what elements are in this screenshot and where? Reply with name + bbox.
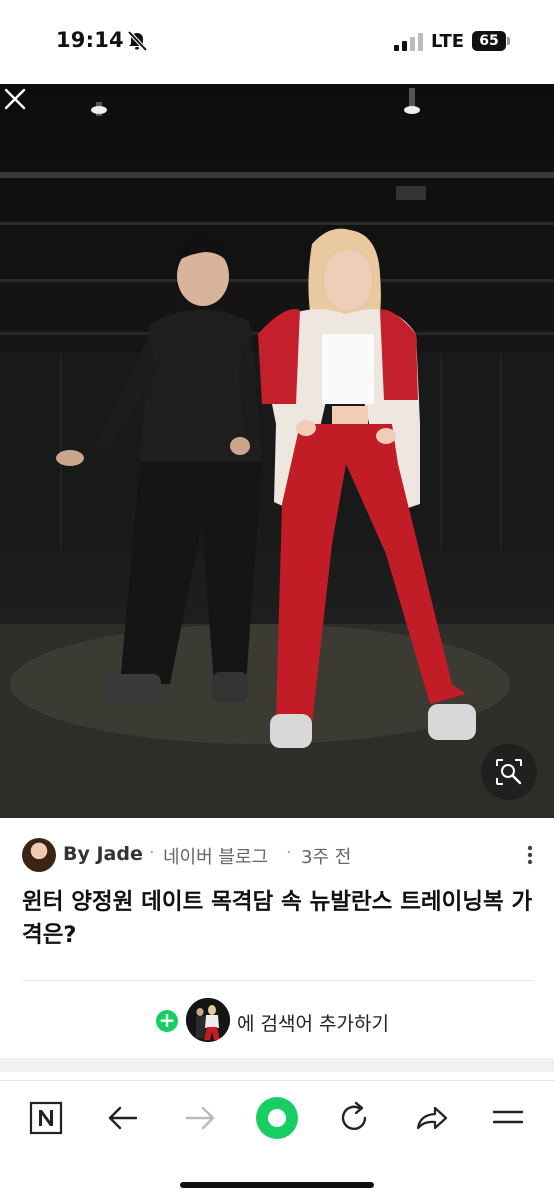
network-label: LTE [431,31,465,52]
naver-home-button[interactable] [24,1095,68,1139]
article-title[interactable]: 윈터 양정원 데이트 목격담 속 뉴발란스 트레이닝복 가격은? [22,886,534,952]
status-bar: 19:14 LTE 65 [0,0,554,84]
menu-icon [492,1110,524,1124]
separator-dot: · [149,842,155,863]
source-row: By Jade · 네이버 블로그 · 3주 전 [22,838,542,874]
forward-button[interactable] [178,1095,222,1139]
naver-home-icon [29,1101,63,1135]
green-dot-icon [268,1109,286,1127]
add-search-label: 에 검색어 추가하기 [237,1013,389,1035]
forward-icon [185,1106,215,1130]
back-icon [108,1106,138,1130]
keyword-thumbnail [186,998,230,1042]
menu-button[interactable] [486,1095,530,1139]
back-button[interactable] [101,1095,145,1139]
separator-dot: · [286,842,292,863]
author-name[interactable]: By Jade [63,843,143,865]
image-search-button[interactable] [481,744,537,800]
author-avatar[interactable] [22,838,56,872]
battery-icon: 65 [472,31,510,51]
dance-photo [0,88,554,818]
green-dot-button[interactable] [256,1097,298,1139]
bell-muted-icon [127,30,148,52]
section-separator [0,1058,554,1072]
reload-button[interactable] [332,1095,376,1139]
divider [22,980,532,981]
close-icon[interactable] [0,84,30,114]
status-time: 19:14 [56,28,124,52]
home-indicator [180,1182,374,1188]
plus-icon: + [156,1010,178,1032]
add-search-keyword-button[interactable]: + 에 검색어 추가하기 [156,998,416,1044]
reload-icon [341,1101,367,1130]
image-search-icon [496,759,522,785]
blog-name[interactable]: 네이버 블로그 [163,843,268,869]
battery-level: 65 [472,31,506,51]
share-icon [416,1106,448,1130]
image-viewer[interactable] [0,84,554,818]
more-options-icon[interactable] [522,844,538,866]
time-ago: 3주 전 [301,847,352,868]
share-button[interactable] [409,1095,453,1139]
signal-icon [394,33,423,51]
